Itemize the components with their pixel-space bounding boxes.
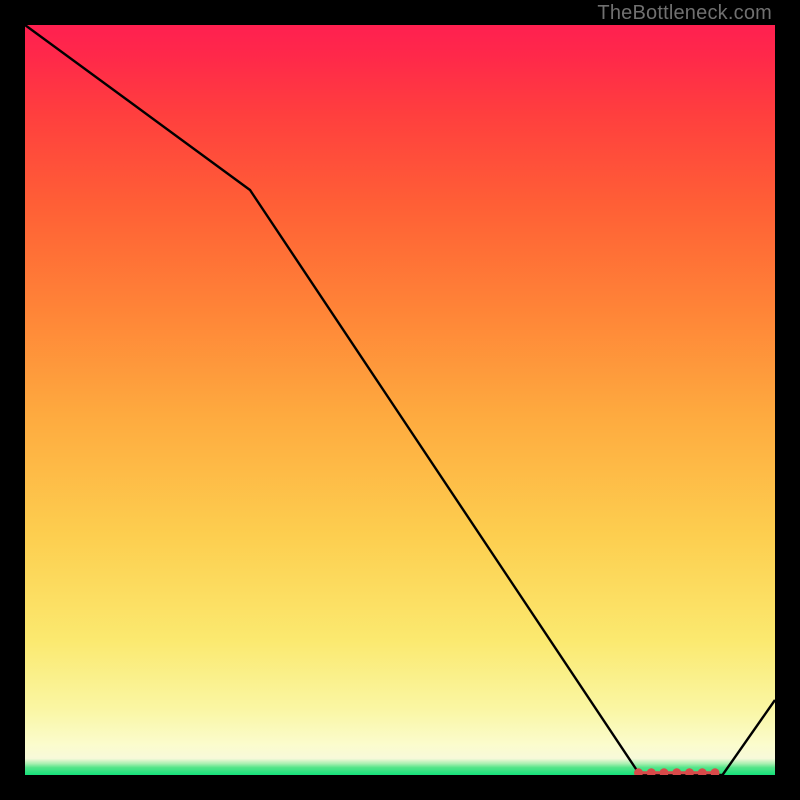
chart-svg	[25, 25, 775, 775]
chart-background	[25, 25, 775, 775]
chart-plot-area	[25, 25, 775, 775]
attribution-text: TheBottleneck.com	[597, 2, 772, 25]
